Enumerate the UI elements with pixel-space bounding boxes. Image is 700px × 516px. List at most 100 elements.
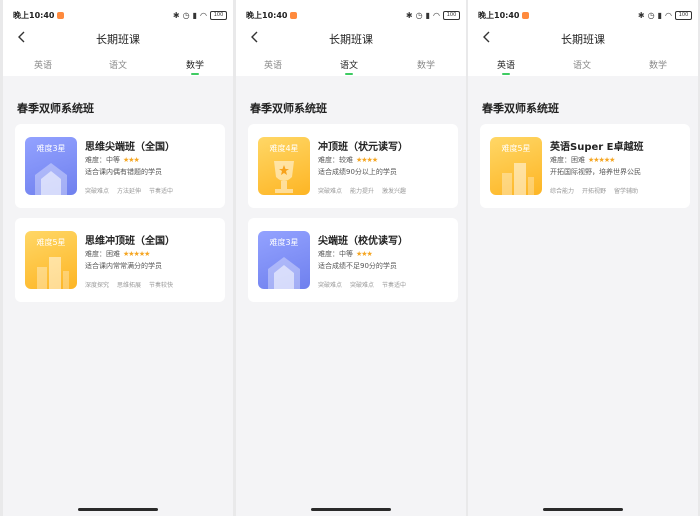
course-description: 适合课内偶有错题的学员 <box>85 168 162 176</box>
difficulty-value: 困难 <box>106 250 120 258</box>
house-icon <box>35 163 67 195</box>
page-title: 长期班课 <box>561 33 605 46</box>
page-title: 长期班课 <box>329 33 373 46</box>
level-badge: 难度3星 <box>36 144 66 153</box>
status-bar: 晚上10:40 ✱ ◷ ▮ ◠ 100 <box>13 9 227 21</box>
course-name: 思维冲顶班（全国） <box>85 236 175 247</box>
difficulty-row: 难度： 较难 ★★★★ <box>318 155 378 165</box>
bluetooth-icon: ✱ <box>637 10 645 20</box>
house-icon <box>268 257 300 289</box>
rating-stars: ★★★★★ <box>123 250 150 258</box>
home-indicator[interactable] <box>543 508 623 511</box>
subject-tabs: 英语 语文 数学 <box>236 58 466 76</box>
trophy-icon <box>274 161 294 193</box>
difficulty-label: 难度： <box>550 156 571 164</box>
section-title: 春季双师系统班 <box>482 102 559 115</box>
status-bar: 晚上10:40 ✱ ◷ ▮ ◠ 100 <box>246 9 460 21</box>
app-notification-icon <box>522 11 530 19</box>
course-tags: 突破难点 能力提升 激发兴趣 <box>318 186 414 195</box>
tab-english[interactable]: 英语 <box>21 58 65 75</box>
app-notification-icon <box>290 11 298 19</box>
tab-math[interactable]: 数学 <box>404 58 448 75</box>
difficulty-value: 困难 <box>571 156 585 164</box>
course-name: 思维尖端班（全国） <box>85 142 175 153</box>
building-icon <box>37 257 69 289</box>
level-badge: 难度4星 <box>269 144 299 153</box>
course-thumbnail: 难度3星 <box>25 137 77 195</box>
signal-icon: ▮ <box>657 10 663 20</box>
course-thumbnail: 难度4星 <box>258 137 310 195</box>
course-tag: 深度探究 <box>85 282 110 289</box>
home-indicator[interactable] <box>311 508 391 511</box>
section-title: 春季双师系统班 <box>250 102 327 115</box>
nav-bar: 长期班课 <box>468 28 698 48</box>
course-tag: 方法延伸 <box>117 188 142 195</box>
course-tag: 思维拓展 <box>117 282 142 289</box>
difficulty-label: 难度： <box>318 250 339 258</box>
building-icon <box>502 163 534 195</box>
course-description: 适合成绩不足90分的学员 <box>318 262 397 270</box>
difficulty-row: 难度： 困难 ★★★★★ <box>550 155 615 165</box>
course-tags: 综合能力 开拓视野 留学辅助 <box>550 186 646 195</box>
course-tag: 节奏适中 <box>149 188 174 195</box>
course-card[interactable]: 难度5星 思维冲顶班（全国） 难度： 困难 ★★★★★ 适合课内常常满分的学员 … <box>15 218 225 302</box>
course-tag: 节奏较快 <box>149 282 174 289</box>
wifi-icon: ◠ <box>665 10 672 20</box>
status-time: 晚上10:40 <box>13 10 55 20</box>
course-tags: 突破难点 突破难点 节奏适中 <box>318 280 414 289</box>
signal-icon: ▮ <box>192 10 198 20</box>
rating-stars: ★★★★★ <box>588 156 615 164</box>
course-tag: 综合能力 <box>550 188 575 195</box>
phone-screen-math: 晚上10:40 ✱ ◷ ▮ ◠ 100 长期班课 英语 语文 数学 春季双师系统… <box>3 0 233 516</box>
course-description: 适合成绩90分以上的学员 <box>318 168 397 176</box>
tab-english[interactable]: 英语 <box>484 58 528 75</box>
level-badge: 难度5星 <box>501 144 531 153</box>
course-card[interactable]: 难度4星 冲顶班（状元读写） 难度： 较难 ★★★★ 适合成绩90分以上的学员 … <box>248 124 458 208</box>
course-tag: 开拓视野 <box>582 188 607 195</box>
status-time: 晚上10:40 <box>478 10 520 20</box>
tab-math[interactable]: 数学 <box>636 58 680 75</box>
battery-icon: 100 <box>443 10 460 20</box>
course-tag: 突破难点 <box>318 282 343 289</box>
course-card[interactable]: 难度3星 思维尖端班（全国） 难度： 中等 ★★★ 适合课内偶有错题的学员 突破… <box>15 124 225 208</box>
difficulty-label: 难度： <box>85 250 106 258</box>
phone-screen-chinese: 晚上10:40 ✱ ◷ ▮ ◠ 100 长期班课 英语 语文 数学 春季双师系统… <box>236 0 466 516</box>
rating-stars: ★★★★ <box>356 156 378 164</box>
difficulty-label: 难度： <box>85 156 106 164</box>
status-bar: 晚上10:40 ✱ ◷ ▮ ◠ 100 <box>478 9 692 21</box>
alarm-icon: ◷ <box>415 10 423 20</box>
course-card[interactable]: 难度5星 英语Super E卓越班 难度： 困难 ★★★★★ 开拓国际视野，培养… <box>480 124 690 208</box>
tab-chinese[interactable]: 语文 <box>96 58 140 75</box>
difficulty-value: 中等 <box>339 250 353 258</box>
course-thumbnail: 难度3星 <box>258 231 310 289</box>
course-tags: 深度探究 思维拓展 节奏较快 <box>85 280 181 289</box>
battery-icon: 100 <box>210 10 227 20</box>
rating-stars: ★★★ <box>123 156 140 164</box>
difficulty-value: 较难 <box>339 156 353 164</box>
course-thumbnail: 难度5星 <box>25 231 77 289</box>
bluetooth-icon: ✱ <box>405 10 413 20</box>
alarm-icon: ◷ <box>647 10 655 20</box>
course-tag: 能力提升 <box>350 188 375 195</box>
signal-icon: ▮ <box>425 10 431 20</box>
nav-bar: 长期班课 <box>236 28 466 48</box>
course-tag: 留学辅助 <box>614 188 639 195</box>
difficulty-row: 难度： 中等 ★★★ <box>318 249 373 259</box>
bluetooth-icon: ✱ <box>172 10 180 20</box>
course-name: 英语Super E卓越班 <box>550 142 644 153</box>
home-indicator[interactable] <box>78 508 158 511</box>
difficulty-value: 中等 <box>106 156 120 164</box>
alarm-icon: ◷ <box>182 10 190 20</box>
difficulty-label: 难度： <box>318 156 339 164</box>
course-tag: 节奏适中 <box>382 282 407 289</box>
subject-tabs: 英语 语文 数学 <box>468 58 698 76</box>
course-card[interactable]: 难度3星 尖端班（校优读写） 难度： 中等 ★★★ 适合成绩不足90分的学员 突… <box>248 218 458 302</box>
tab-chinese[interactable]: 语文 <box>560 58 604 75</box>
rating-stars: ★★★ <box>356 250 373 258</box>
course-description: 适合课内常常满分的学员 <box>85 262 162 270</box>
tab-chinese[interactable]: 语文 <box>327 58 371 75</box>
wifi-icon: ◠ <box>433 10 440 20</box>
tab-english[interactable]: 英语 <box>251 58 295 75</box>
tab-math[interactable]: 数学 <box>173 58 217 75</box>
difficulty-row: 难度： 困难 ★★★★★ <box>85 249 150 259</box>
